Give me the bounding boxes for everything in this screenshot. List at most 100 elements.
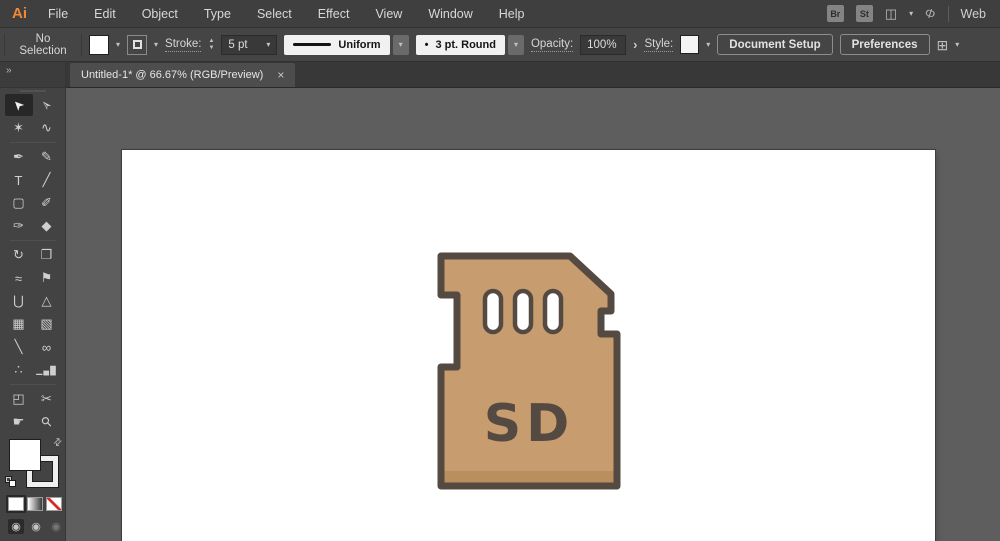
menu-window[interactable]: Window [415, 7, 485, 21]
gradient-tool-icon: ▧ [40, 316, 53, 331]
menu-select[interactable]: Select [244, 7, 305, 21]
zoom-tool[interactable]: ⚲ [33, 411, 61, 433]
brush-dropdown[interactable]: • 3 pt. Round [415, 34, 505, 55]
slice-tool[interactable]: ✂ [33, 388, 61, 410]
pasteboard[interactable]: SD [66, 88, 1000, 541]
menu-view[interactable]: View [362, 7, 415, 21]
main-area: » ➤ ➢ ✶ ∿ ✒ ✎ T ╱ ▢ ✐ ✑ ◆ ↻ ❐ ≈ ⚑ ⋃ △ ▦ … [0, 62, 1000, 541]
artboard-tool[interactable]: ◰ [5, 388, 33, 410]
puppet-warp-tool[interactable]: ⚑ [33, 267, 61, 289]
style-label[interactable]: Style: [644, 38, 674, 52]
type-tool[interactable]: T [5, 169, 33, 191]
opacity-flyout-arrow-icon[interactable]: › [633, 37, 637, 52]
fill-chevron-icon[interactable]: ▾ [116, 40, 120, 49]
stepper-down-icon[interactable]: ▼ [208, 45, 214, 51]
stroke-weight-chevron-icon[interactable]: ▾ [266, 40, 270, 49]
paintbrush-tool-icon: ✐ [41, 195, 52, 210]
shape-builder-tool-icon: ⋃ [13, 293, 24, 308]
selection-tool[interactable]: ➤ [4, 94, 33, 116]
mesh-tool[interactable]: ▦ [5, 313, 33, 335]
menu-help[interactable]: Help [486, 7, 538, 21]
default-fill-stroke-icon[interactable] [5, 476, 16, 487]
scale-tool[interactable]: ❐ [33, 244, 61, 266]
sd-card-slot [542, 288, 564, 335]
menu-type[interactable]: Type [191, 7, 244, 21]
hand-tool[interactable]: ☛ [5, 411, 33, 433]
magic-wand-tool[interactable]: ✶ [5, 117, 33, 139]
line-segment-tool[interactable]: ╱ [33, 169, 61, 191]
paintbrush-tool[interactable]: ✐ [33, 192, 61, 214]
rectangle-tool[interactable]: ▢ [5, 192, 33, 214]
stroke-proxy-inner [132, 40, 142, 49]
document-setup-button[interactable]: Document Setup [717, 34, 833, 55]
stock-button[interactable]: St [855, 5, 873, 22]
align-chevron-icon[interactable]: ▾ [955, 40, 959, 49]
stroke-chevron-icon[interactable]: ▾ [154, 40, 158, 49]
stroke-color-swatch[interactable] [127, 34, 148, 55]
shape-builder-tool[interactable]: ⋃ [5, 290, 33, 312]
menu-effect[interactable]: Effect [305, 7, 363, 21]
pen-tool[interactable]: ✒ [5, 146, 33, 168]
align-options-icon[interactable]: ⊞ [937, 38, 949, 52]
curvature-tool[interactable]: ✎ [33, 146, 61, 168]
bridge-button[interactable]: Br [826, 5, 844, 22]
illustrator-logo: Ai [12, 5, 27, 22]
stroke-weight-stepper[interactable]: ▲ ▼ [208, 38, 214, 51]
lasso-tool[interactable]: ∿ [33, 117, 61, 139]
opacity-label[interactable]: Opacity: [530, 38, 574, 52]
workspace-switcher[interactable]: Web [961, 7, 986, 21]
swap-fill-stroke-icon[interactable]: ⇄ [51, 436, 65, 450]
menu-file[interactable]: File [35, 7, 81, 21]
opacity-field[interactable]: 100% [580, 34, 627, 55]
shaper-tool[interactable]: ✑ [5, 215, 33, 237]
eyedropper-tool[interactable]: ╲ [5, 336, 33, 358]
style-swatch[interactable] [680, 35, 700, 54]
draw-normal-icon: ◉ [11, 521, 21, 533]
menu-edit[interactable]: Edit [81, 7, 129, 21]
close-tab-icon[interactable]: × [277, 68, 284, 82]
puppet-warp-tool-icon: ⚑ [40, 270, 53, 285]
width-profile-dropdown[interactable]: Uniform [284, 34, 390, 55]
artboard[interactable]: SD [122, 150, 935, 541]
gradient-button[interactable] [27, 497, 43, 511]
draw-normal-button[interactable]: ◉ [8, 519, 24, 534]
stroke-weight-field[interactable]: 5 pt ▾ [221, 34, 278, 55]
stepper-up-icon[interactable]: ▲ [208, 38, 214, 44]
none-button[interactable] [46, 497, 62, 511]
collapse-panel-icon[interactable]: » [6, 65, 13, 76]
draw-behind-button[interactable]: ◉ [28, 519, 44, 534]
blend-tool-icon: ∞ [41, 339, 52, 355]
fill-color-swatch[interactable] [89, 34, 109, 55]
hand-tool-icon: ☛ [12, 414, 25, 429]
rotate-tool[interactable]: ↻ [5, 244, 33, 266]
fill-proxy-swatch[interactable] [9, 439, 41, 471]
gradient-tool[interactable]: ▧ [33, 313, 61, 335]
arrange-documents-icon[interactable]: ◫ [885, 7, 897, 20]
symbol-sprayer-tool-icon: ∴ [14, 362, 23, 377]
column-graph-tool[interactable]: ▁▄█ [33, 359, 61, 381]
width-profile-chevron-icon[interactable]: ▾ [392, 34, 409, 55]
menu-bar: Ai File Edit Object Type Select Effect V… [0, 0, 1000, 28]
draw-inside-button[interactable]: ◉ [48, 519, 64, 534]
style-chevron-icon[interactable]: ▾ [706, 40, 710, 49]
brush-chevron-icon[interactable]: ▾ [507, 34, 524, 55]
preferences-button[interactable]: Preferences [839, 34, 930, 55]
line-segment-tool-icon: ╱ [42, 172, 51, 187]
arrange-documents-chevron-icon[interactable]: ▾ [909, 9, 913, 18]
stroke-label[interactable]: Stroke: [165, 38, 202, 52]
draw-mode-row: ◉ ◉ ◉ [0, 513, 65, 534]
blend-tool[interactable]: ∞ [33, 336, 61, 358]
perspective-grid-tool[interactable]: △ [33, 290, 61, 312]
menu-object[interactable]: Object [129, 7, 191, 21]
document-tab[interactable]: Untitled-1* @ 66.67% (RGB/Preview) × [70, 63, 296, 87]
perspective-grid-tool-icon: △ [41, 293, 52, 308]
width-tool[interactable]: ≈ [5, 267, 33, 289]
rotate-tool-icon: ↻ [13, 247, 24, 262]
share-screen-icon[interactable]: Φ [923, 5, 938, 22]
eraser-tool[interactable]: ◆ [33, 215, 61, 237]
symbol-sprayer-tool[interactable]: ∴ [5, 359, 33, 381]
direct-selection-tool[interactable]: ➢ [33, 94, 61, 116]
direct-selection-tool-icon: ➢ [36, 96, 56, 115]
sd-card-artwork[interactable]: SD [435, 251, 625, 496]
color-button[interactable] [8, 497, 24, 511]
